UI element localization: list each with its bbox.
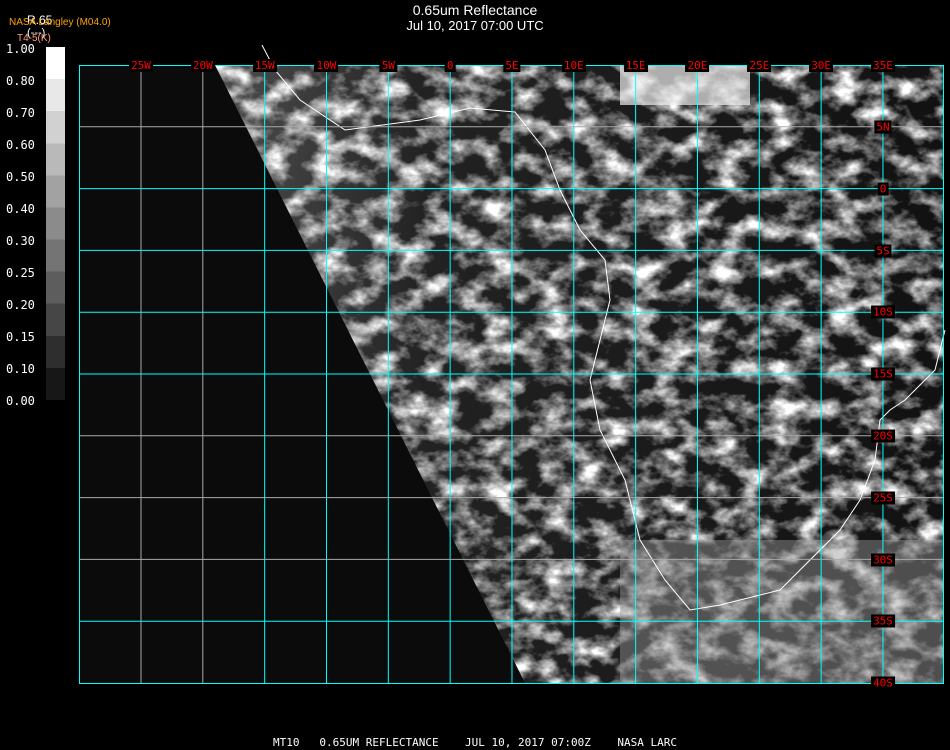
latitude-label: 20S — [871, 429, 895, 443]
longitude-label: 5E — [503, 59, 521, 72]
latitude-label: 40S — [871, 676, 895, 690]
satellite-map — [79, 44, 946, 684]
latitude-label: 35S — [871, 614, 895, 628]
longitude-label: 10E — [561, 59, 586, 72]
longitude-label: 10W — [314, 59, 339, 72]
longitude-label: 30E — [809, 59, 834, 72]
longitude-label: 15W — [252, 59, 277, 72]
longitude-label: 25E — [747, 59, 772, 72]
latitude-label: 0 — [877, 182, 889, 196]
latitude-label: 5S — [874, 244, 892, 258]
longitude-label: 5W — [379, 59, 397, 72]
longitude-label: 0 — [444, 59, 456, 72]
latitude-label: 15S — [871, 367, 895, 381]
longitude-label: 25W — [129, 59, 153, 72]
longitude-label: 15E — [623, 59, 648, 72]
longitude-label: 20W — [190, 59, 215, 72]
latitude-label: 10S — [871, 305, 895, 319]
latitude-label: 30S — [871, 553, 895, 567]
footer-caption: MT10 0.65UM REFLECTANCE JUL 10, 2017 07:… — [273, 736, 677, 749]
longitude-label: 35E — [871, 59, 895, 72]
latitude-label: 5N — [874, 120, 892, 134]
longitude-label: 20E — [685, 59, 710, 72]
latitude-label: 25S — [871, 491, 895, 505]
